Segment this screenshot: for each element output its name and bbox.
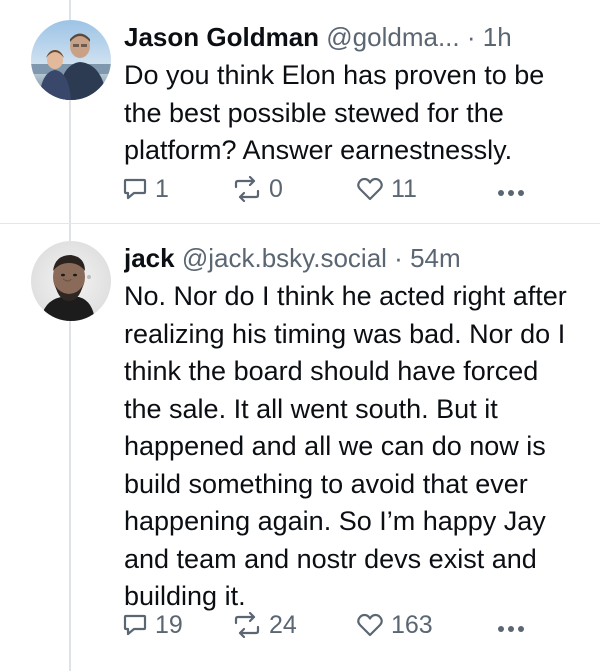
post-header: jack @jack.bsky.social · 54m (124, 239, 570, 277)
more-options-button[interactable] (496, 621, 526, 632)
user-handle[interactable]: @jack.bsky.social (182, 243, 387, 273)
reply-icon (123, 178, 147, 200)
separator-dot: · (466, 22, 476, 52)
post-item[interactable]: Jason Goldman @goldma... · 1h Do you thi… (0, 0, 600, 224)
post-text: Do you think Elon has proven to be the b… (124, 60, 545, 165)
like-count: 163 (391, 610, 433, 639)
repost-icon (234, 176, 260, 202)
avatar-photo-icon (31, 241, 111, 321)
post-timestamp[interactable]: 54m (410, 243, 461, 273)
reply-count: 1 (155, 174, 169, 203)
display-name[interactable]: Jason Goldman (124, 22, 319, 52)
repost-button[interactable]: 24 (232, 609, 297, 641)
post-header: Jason Goldman @goldma... · 1h (124, 18, 570, 56)
more-options-icon (498, 626, 524, 632)
like-button[interactable]: 11 (356, 173, 417, 205)
post-text: No. Nor do I think he acted right after … (124, 281, 567, 611)
more-options-button[interactable] (496, 185, 526, 196)
separator-dot: · (394, 243, 403, 273)
post-timestamp[interactable]: 1h (483, 22, 512, 52)
post-item[interactable]: jack @jack.bsky.social · 54m No. Nor do … (0, 224, 600, 671)
like-button[interactable]: 163 (356, 609, 433, 641)
post-content: Jason Goldman @goldma... · 1h Do you thi… (124, 18, 570, 170)
reply-count: 19 (155, 610, 183, 639)
reply-icon (123, 614, 147, 636)
repost-count: 24 (269, 610, 297, 639)
reply-button[interactable]: 1 (122, 173, 169, 205)
repost-count: 0 (269, 174, 283, 203)
avatar[interactable] (31, 241, 111, 321)
display-name[interactable]: jack (124, 243, 175, 273)
like-icon (357, 613, 383, 637)
like-icon (357, 177, 383, 201)
repost-icon (234, 612, 260, 638)
avatar-photo-icon (31, 20, 111, 100)
post-actions: 1 0 11 (122, 173, 526, 205)
user-handle[interactable]: @goldma... (326, 22, 459, 52)
avatar[interactable] (31, 20, 111, 100)
like-count: 11 (391, 174, 417, 203)
more-options-icon (498, 190, 524, 196)
repost-button[interactable]: 0 (232, 173, 283, 205)
reply-button[interactable]: 19 (122, 609, 183, 641)
post-actions: 19 24 163 (122, 609, 526, 641)
post-content: jack @jack.bsky.social · 54m No. Nor do … (124, 239, 570, 616)
